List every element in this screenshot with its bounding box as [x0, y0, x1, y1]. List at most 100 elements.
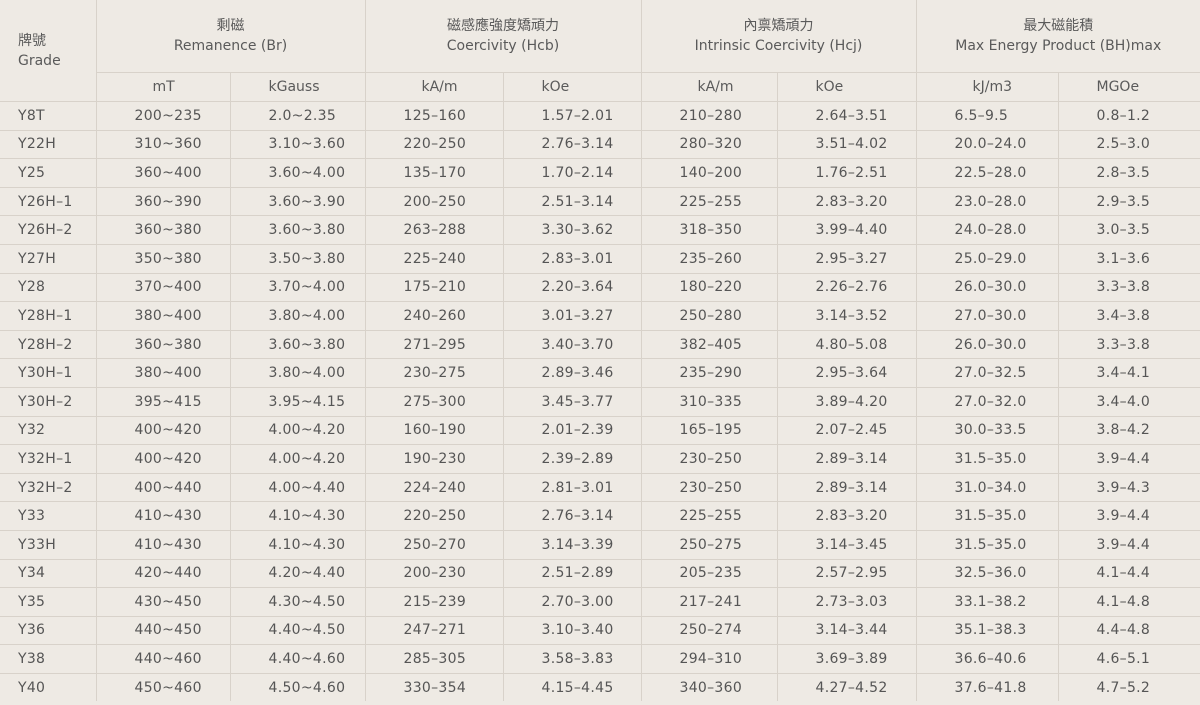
cell-br-mt: 450~460 — [96, 673, 231, 702]
cell-grade: Y32 — [0, 416, 97, 446]
cell-hcj-kam: 225–255 — [641, 187, 778, 217]
cell-hcj-kam: 294–310 — [641, 644, 778, 674]
table-row: Y8T 200~235 2.0~2.35 125–160 1.57–2.01 210–28… — [0, 101, 1200, 131]
cell-br-kgauss: 2.0~2.35 — [230, 101, 366, 131]
cell-hcj-kam: 210–280 — [641, 101, 778, 131]
table-row: Y40 450~460 4.50~4.60 330–354 4.15–4.45 340–3… — [0, 673, 1200, 702]
cell-br-kgauss: 3.60~3.90 — [230, 187, 366, 217]
cell-bh-mgoe: 3.4–3.8 — [1058, 301, 1200, 331]
cell-bh-kjm3: 26.0–30.0 — [916, 330, 1059, 360]
cell-hcb-kam: 160–190 — [365, 416, 504, 446]
cell-hcb-koe: 2.81–3.01 — [503, 473, 642, 503]
unit-remanence-mt: mT — [96, 72, 231, 102]
header-grade: 牌號 Grade — [0, 0, 97, 102]
header-intrinsic-coercivity: 內禀矯頑力 Intrinsic Coercivity (Hcj) — [641, 0, 917, 73]
cell-bh-kjm3: 37.6–41.8 — [916, 673, 1059, 702]
header-max-energy-product: 最大磁能積 Max Energy Product (BH)max — [916, 0, 1200, 73]
cell-br-mt: 440~450 — [96, 616, 231, 646]
cell-hcb-kam: 125–160 — [365, 101, 504, 131]
unit-coercivity-kam: kA/m — [365, 72, 504, 102]
cell-hcb-koe: 2.39–2.89 — [503, 444, 642, 474]
cell-hcb-koe: 3.40–3.70 — [503, 330, 642, 360]
table-row: Y28 370~400 3.70~4.00 175–210 2.20–3.64 180–2… — [0, 273, 1200, 303]
header-max-energy-product-zh: 最大磁能積 — [1023, 18, 1094, 34]
cell-hcj-koe: 4.27–4.52 — [777, 673, 917, 702]
cell-br-mt: 410~430 — [96, 530, 231, 560]
header-max-energy-product-en: Max Energy Product (BH)max — [955, 38, 1162, 54]
cell-br-kgauss: 3.50~3.80 — [230, 244, 366, 274]
table-row: Y30H–2 395~415 3.95~4.15 275–300 3.45–3.77 31… — [0, 387, 1200, 417]
cell-hcj-koe: 3.51–4.02 — [777, 130, 917, 160]
cell-bh-mgoe: 4.4–4.8 — [1058, 616, 1200, 646]
cell-hcj-kam: 230–250 — [641, 444, 778, 474]
cell-grade: Y32H–1 — [0, 444, 97, 474]
cell-bh-kjm3: 33.1–38.2 — [916, 587, 1059, 617]
header-grade-zh: 牌號 — [18, 32, 46, 49]
cell-br-kgauss: 3.60~3.80 — [230, 330, 366, 360]
cell-hcj-koe: 2.64–3.51 — [777, 101, 917, 131]
cell-bh-kjm3: 30.0–33.5 — [916, 416, 1059, 446]
cell-hcb-kam: 285–305 — [365, 644, 504, 674]
cell-br-kgauss: 3.10~3.60 — [230, 130, 366, 160]
cell-grade: Y40 — [0, 673, 97, 702]
cell-hcb-kam: 240–260 — [365, 301, 504, 331]
table-row: Y32 400~420 4.00~4.20 160–190 2.01–2.39 165–1… — [0, 416, 1200, 446]
cell-hcb-koe: 3.14–3.39 — [503, 530, 642, 560]
cell-bh-kjm3: 27.0–32.5 — [916, 358, 1059, 388]
table-row: Y33 410~430 4.10~4.30 220–250 2.76–3.14 225–2… — [0, 501, 1200, 531]
cell-hcj-kam: 235–260 — [641, 244, 778, 274]
table-row: Y25 360~400 3.60~4.00 135–170 1.70–2.14 140–2… — [0, 158, 1200, 188]
cell-hcj-kam: 225–255 — [641, 501, 778, 531]
cell-hcj-koe: 3.14–3.45 — [777, 530, 917, 560]
cell-br-kgauss: 3.60~3.80 — [230, 215, 366, 245]
cell-grade: Y25 — [0, 158, 97, 188]
cell-br-kgauss: 4.10~4.30 — [230, 501, 366, 531]
cell-bh-kjm3: 26.0–30.0 — [916, 273, 1059, 303]
cell-hcj-koe: 3.14–3.52 — [777, 301, 917, 331]
cell-hcb-koe: 2.51–2.89 — [503, 559, 642, 589]
cell-br-mt: 370~400 — [96, 273, 231, 303]
cell-hcj-koe: 2.83–3.20 — [777, 187, 917, 217]
cell-grade: Y38 — [0, 644, 97, 674]
unit-intrinsic-kam: kA/m — [641, 72, 778, 102]
cell-grade: Y33 — [0, 501, 97, 531]
cell-hcj-koe: 4.80–5.08 — [777, 330, 917, 360]
cell-grade: Y32H–2 — [0, 473, 97, 503]
cell-hcb-kam: 220–250 — [365, 130, 504, 160]
cell-hcj-koe: 2.83–3.20 — [777, 501, 917, 531]
cell-grade: Y28H–1 — [0, 301, 97, 331]
cell-bh-mgoe: 3.8–4.2 — [1058, 416, 1200, 446]
cell-br-kgauss: 3.60~4.00 — [230, 158, 366, 188]
cell-bh-mgoe: 2.9–3.5 — [1058, 187, 1200, 217]
table-row: Y32H–2 400~440 4.00~4.40 224–240 2.81–3.01 23… — [0, 473, 1200, 503]
cell-br-kgauss: 4.30~4.50 — [230, 587, 366, 617]
cell-br-mt: 380~400 — [96, 301, 231, 331]
cell-hcb-koe: 3.01–3.27 — [503, 301, 642, 331]
cell-bh-mgoe: 3.1–3.6 — [1058, 244, 1200, 274]
cell-hcb-kam: 220–250 — [365, 501, 504, 531]
table-row: Y26H–1 360~390 3.60~3.90 200–250 2.51–3.14 22… — [0, 187, 1200, 217]
cell-br-mt: 360~380 — [96, 215, 231, 245]
table-row: Y26H–2 360~380 3.60~3.80 263–288 3.30–3.62 31… — [0, 215, 1200, 245]
table-header: 牌號 Grade 剩磁 Remanence (Br) 磁感應強度矯頑力 Coer… — [0, 0, 1200, 102]
cell-br-kgauss: 4.00~4.20 — [230, 444, 366, 474]
cell-hcb-kam: 250–270 — [365, 530, 504, 560]
cell-hcj-koe: 2.07–2.45 — [777, 416, 917, 446]
header-remanence-zh: 剩磁 — [216, 18, 245, 34]
table-row: Y27H 350~380 3.50~3.80 225–240 2.83–3.01 235–… — [0, 244, 1200, 274]
cell-hcb-kam: 247–271 — [365, 616, 504, 646]
cell-br-kgauss: 3.70~4.00 — [230, 273, 366, 303]
table-row: Y28H–2 360~380 3.60~3.80 271–295 3.40–3.70 38… — [0, 330, 1200, 360]
cell-br-kgauss: 4.20~4.40 — [230, 559, 366, 589]
unit-energy-mgoe: MGOe — [1058, 72, 1200, 102]
cell-grade: Y28H–2 — [0, 330, 97, 360]
cell-hcj-koe: 2.89–3.14 — [777, 473, 917, 503]
cell-br-mt: 350~380 — [96, 244, 231, 274]
cell-bh-kjm3: 27.0–30.0 — [916, 301, 1059, 331]
cell-hcj-koe: 2.89–3.14 — [777, 444, 917, 474]
header-coercivity-en: Coercivity (Hcb) — [446, 38, 560, 54]
cell-hcb-koe: 3.45–3.77 — [503, 387, 642, 417]
cell-hcj-koe: 3.69–3.89 — [777, 644, 917, 674]
cell-hcj-kam: 250–280 — [641, 301, 778, 331]
table-row: Y35 430~450 4.30~4.50 215–239 2.70–3.00 217–2… — [0, 587, 1200, 617]
